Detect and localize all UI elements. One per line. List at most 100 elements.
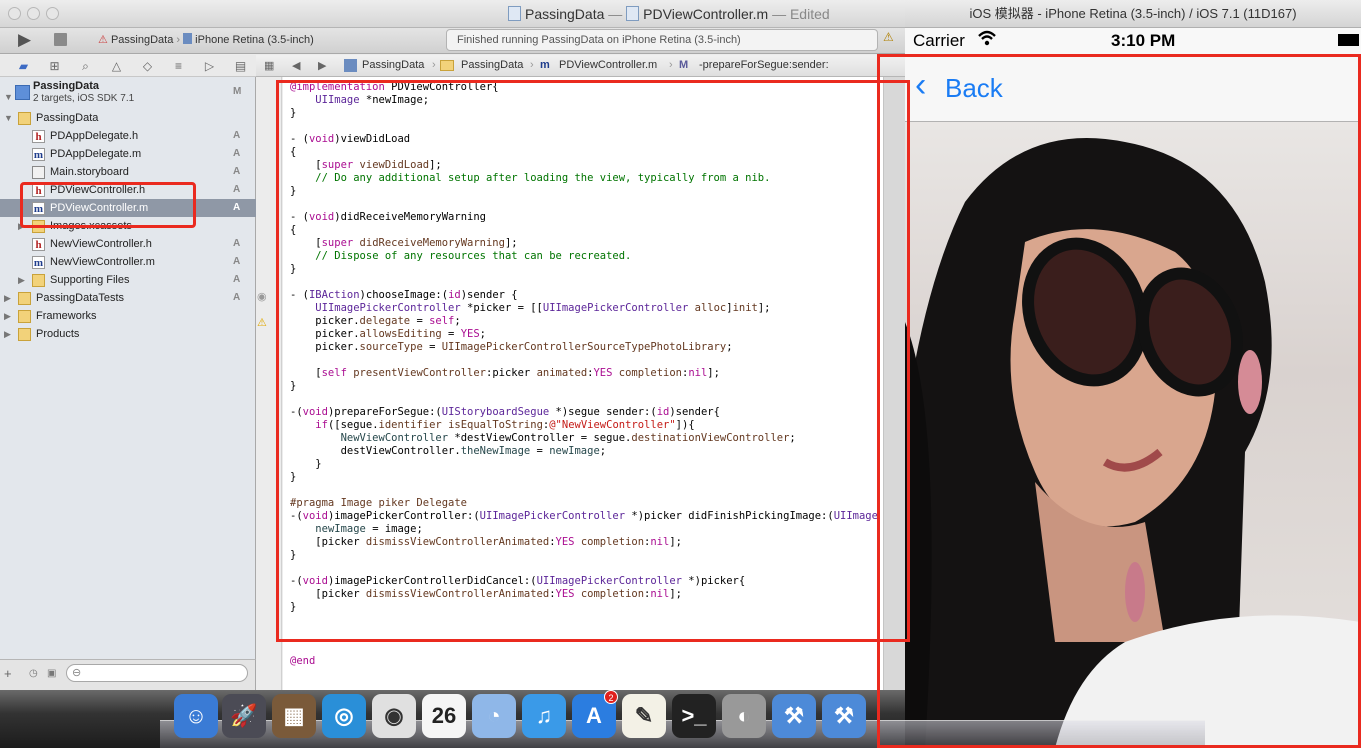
close-window-button[interactable] (8, 7, 21, 20)
itunes-icon[interactable]: ♫ (522, 694, 566, 738)
safari-icon[interactable]: ◎ (322, 694, 366, 738)
navigator-row[interactable]: h PDAppDelegate.h A (0, 127, 256, 145)
highlight-box-code (276, 80, 910, 642)
jump-method[interactable]: -prepareForSegue:sender: (699, 59, 829, 71)
project-navigator: ▼ PassingData 2 targets, iOS SDK 7.1 M ▼… (0, 77, 256, 659)
project-root-row[interactable]: ▼ PassingData 2 targets, iOS SDK 7.1 M (0, 79, 256, 109)
implementation-file-icon: m (32, 256, 45, 269)
launchpad-icon[interactable]: 🚀 (222, 694, 266, 738)
navigator-row[interactable]: Main.storyboard A (0, 163, 256, 181)
test-navigator-icon[interactable]: ◇ (132, 55, 163, 76)
chevron-right-icon: › (669, 59, 673, 71)
status-time: 3:10 PM (1111, 31, 1176, 50)
navigator-row-label: Frameworks (36, 310, 97, 322)
navigator-row[interactable]: ▶ PassingDataTests A (0, 289, 256, 307)
scm-status-badge: A (233, 202, 241, 213)
photo-browser-icon[interactable]: ▦ (272, 694, 316, 738)
chevron-right-icon: › (176, 34, 181, 46)
navigator-row[interactable]: m NewViewController.m A (0, 253, 256, 271)
breakpoint-navigator-icon[interactable]: ▷ (194, 55, 225, 76)
navigator-row[interactable]: ▶ Frameworks (0, 307, 256, 325)
xcode-toolbar: ▶ ⚠ PassingData › iPhone Retina (3.5-inc… (0, 28, 905, 54)
navigator-row[interactable]: h NewViewController.h A (0, 235, 256, 253)
navigator-row[interactable]: ▶ Products (0, 325, 256, 343)
header-file-icon: h (32, 130, 45, 143)
folder-icon (18, 310, 31, 323)
debug-navigator-icon[interactable]: ≡ (163, 55, 194, 76)
chrome-icon[interactable]: ◉ (372, 694, 416, 738)
project-doc-icon (508, 6, 521, 21)
add-file-button[interactable]: + (4, 666, 12, 681)
storyboard-icon (32, 166, 45, 179)
folder-icon (18, 112, 31, 125)
disclosure-open-icon[interactable]: ▼ (4, 88, 13, 106)
xcode-icon[interactable]: ⚒ (772, 694, 816, 738)
run-button[interactable]: ▶ (18, 30, 31, 50)
navigator-filter-input[interactable]: ⊖ (66, 664, 248, 682)
minimize-window-button[interactable] (27, 7, 40, 20)
textedit-icon[interactable]: ✎ (622, 694, 666, 738)
jump-file[interactable]: PDViewController.m (559, 59, 657, 71)
wifi-icon (978, 30, 996, 46)
xcode-titlebar: PassingData — PDViewController.m — Edite… (0, 0, 905, 28)
disclosure-open-icon[interactable]: ▼ (4, 109, 13, 127)
recent-files-filter-icon[interactable]: ◷ (29, 668, 38, 679)
method-icon: M (679, 59, 689, 71)
zoom-window-button[interactable] (46, 7, 59, 20)
ibaction-connection-icon[interactable]: ◉ (257, 290, 267, 303)
jump-project[interactable]: PassingData (362, 59, 424, 71)
disclosure-closed-icon[interactable]: ▶ (4, 325, 11, 343)
navigator-row-label: PDAppDelegate.m (50, 148, 142, 160)
activity-viewer: Finished running PassingData on iPhone R… (446, 29, 878, 51)
forward-arrow-icon[interactable]: ▶ (318, 59, 326, 72)
scm-status-badge: A (233, 274, 241, 285)
simulator-title: iOS 模拟器 - iPhone Retina (3.5-inch) / iOS… (905, 0, 1361, 28)
folder-icon (32, 274, 45, 287)
warning-icon[interactable]: ⚠ (883, 30, 894, 44)
device-icon (183, 33, 193, 44)
calendar-icon[interactable]: 26 (422, 694, 466, 738)
navigator-row-label: PassingData (36, 112, 99, 124)
carrier-label: Carrier (913, 31, 965, 50)
folder-icon (440, 60, 454, 71)
scheme-selector[interactable]: ⚠ PassingData › iPhone Retina (3.5-inch) (98, 33, 314, 46)
dock: ☺ 🚀 ▦ ◎ ◉ 26 ◔ ♫ A ✎ >_ ◐ ⚒ ⚒ 2 (0, 690, 1205, 748)
implementation-file-icon: m (32, 148, 45, 161)
jump-group[interactable]: PassingData (461, 59, 523, 71)
scm-status-badge: A (233, 292, 241, 303)
disclosure-closed-icon[interactable]: ▶ (4, 307, 11, 325)
related-items-icon[interactable]: ▦ (264, 59, 274, 72)
navigator-row[interactable]: m PDAppDelegate.m A (0, 145, 256, 163)
issue-navigator-icon[interactable]: △ (101, 55, 132, 76)
log-navigator-icon[interactable]: ▤ (225, 55, 256, 76)
xcode-alt-icon[interactable]: ⚒ (822, 694, 866, 738)
jump-bar: ▦ ◀ ▶ PassingData › PassingData › m PDVi… (256, 55, 905, 77)
scm-status-badge: A (233, 184, 241, 195)
navigator-row[interactable]: ▶ Supporting Files A (0, 271, 256, 289)
folder-icon (18, 328, 31, 341)
stop-button[interactable] (54, 33, 67, 46)
app-store-update-badge: 2 (604, 690, 618, 704)
finder-icon[interactable]: ☺ (174, 694, 218, 738)
chevron-right-icon: › (432, 59, 436, 71)
scm-status-badge: A (233, 148, 241, 159)
project-navigator-icon[interactable]: ▰ (8, 55, 39, 76)
window-title: PassingData — PDViewController.m — Edite… (508, 6, 830, 22)
preview-icon[interactable]: ◔ (472, 694, 516, 738)
scm-status-badge: A (233, 256, 241, 267)
navigator-row-label: Products (36, 328, 80, 340)
disclosure-closed-icon[interactable]: ▶ (18, 271, 25, 289)
disclosure-closed-icon[interactable]: ▶ (4, 289, 11, 307)
warning-icon[interactable]: ⚠ (257, 316, 267, 329)
back-arrow-icon[interactable]: ◀ (292, 59, 300, 72)
dvd-player-icon[interactable]: ◐ (722, 694, 766, 738)
highlight-box-simulator (877, 54, 1361, 748)
m-file-icon: m (540, 59, 550, 71)
navigator-row-label: PassingDataTests (36, 292, 125, 304)
navigator-row[interactable]: ▼ PassingData (0, 109, 256, 127)
terminal-icon[interactable]: >_ (672, 694, 716, 738)
symbol-navigator-icon[interactable]: ⊞ (39, 55, 70, 76)
header-file-icon: h (32, 238, 45, 251)
find-navigator-icon[interactable]: ⌕ (70, 55, 101, 76)
source-control-filter-icon[interactable]: ▣ (47, 668, 56, 679)
